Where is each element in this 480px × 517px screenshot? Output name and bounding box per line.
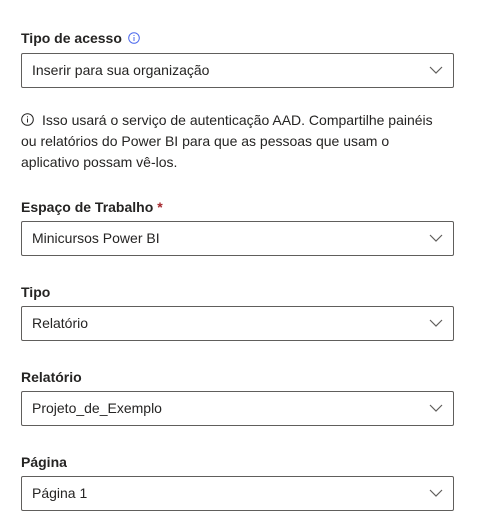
chevron-down-icon: [429, 233, 443, 243]
access-type-label-text: Tipo de acesso: [21, 30, 122, 46]
required-indicator: *: [157, 199, 163, 215]
chevron-down-icon: [429, 403, 443, 413]
report-value: Projeto_de_Exemplo: [32, 400, 162, 416]
workspace-label-text: Espaço de Trabalho: [21, 199, 154, 215]
chevron-down-icon: [429, 488, 443, 498]
page-value: Página 1: [32, 485, 88, 501]
page-label: Página: [21, 453, 67, 471]
info-icon[interactable]: [128, 32, 140, 44]
access-type-label: Tipo de acesso: [21, 29, 140, 47]
info-message-text: Isso usará o serviço de autenticação AAD…: [21, 112, 433, 170]
type-dropdown[interactable]: Relatório: [21, 306, 454, 341]
aad-info-message: Isso usará o serviço de autenticação AAD…: [21, 110, 441, 173]
report-label: Relatório: [21, 368, 82, 386]
embed-settings-panel: Tipo de acesso Inserir para sua organiza…: [0, 0, 480, 517]
access-type-dropdown[interactable]: Inserir para sua organização: [21, 53, 454, 88]
workspace-value: Minicursos Power BI: [32, 230, 160, 246]
chevron-down-icon: [429, 318, 443, 328]
report-label-text: Relatório: [21, 369, 82, 385]
type-label: Tipo: [21, 283, 50, 301]
page-label-text: Página: [21, 454, 67, 470]
chevron-down-icon: [429, 65, 443, 75]
page-dropdown[interactable]: Página 1: [21, 476, 454, 511]
report-dropdown[interactable]: Projeto_de_Exemplo: [21, 391, 454, 426]
access-type-value: Inserir para sua organização: [32, 62, 210, 78]
workspace-label: Espaço de Trabalho *: [21, 198, 163, 216]
workspace-dropdown[interactable]: Minicursos Power BI: [21, 221, 454, 256]
type-value: Relatório: [32, 315, 89, 331]
type-label-text: Tipo: [21, 284, 51, 300]
info-circle-icon: [21, 111, 34, 126]
